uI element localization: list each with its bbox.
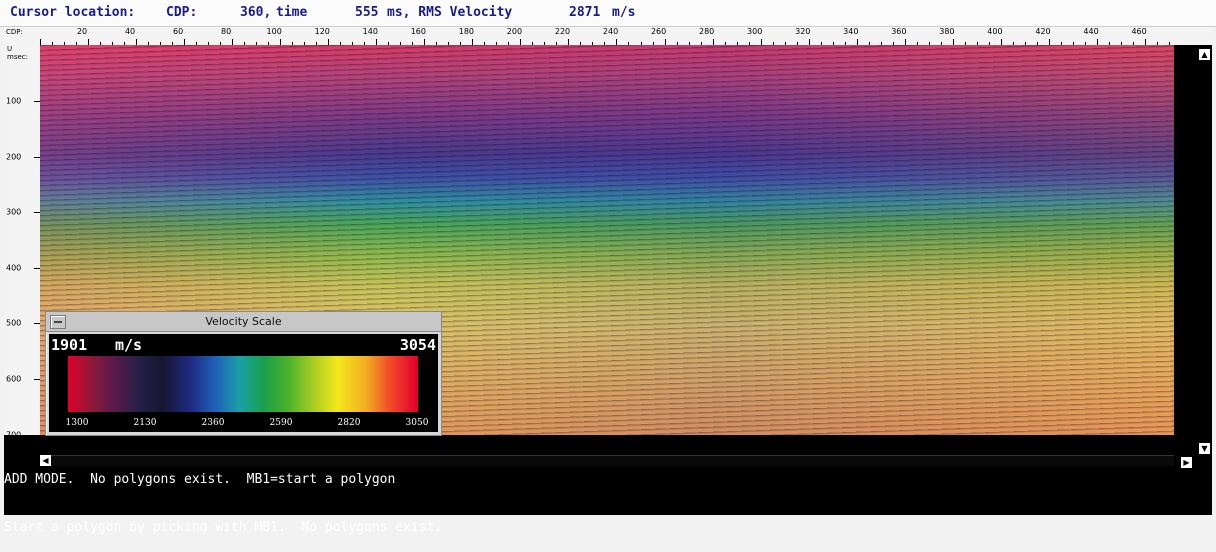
status-prefix: Cursor location: — [10, 5, 136, 20]
time-tick-label: 300 — [6, 207, 22, 217]
cdp-tick-label: 180 — [458, 27, 475, 36]
velocity-unit-label: m/s — [115, 336, 143, 354]
cdp-tick-label: 160 — [410, 27, 426, 36]
cdp-tick-label: 220 — [554, 27, 571, 36]
cdp-tick-label: 440 — [1083, 27, 1099, 36]
velocity-scale-window: Velocity Scale 1901 m/s 3054 1300 2130 236… — [45, 311, 442, 436]
cdp-tick-label: 320 — [795, 27, 811, 36]
cdp-tick-label: 20 — [76, 27, 88, 36]
velocity-max-label: 3054 — [399, 336, 436, 354]
cdp-tick-label: 120 — [314, 27, 330, 36]
time-tick-label: 100 — [6, 96, 22, 106]
velocity-scale-body: 1901 m/s 3054 1300 2130 2360 2590 2820 3050 — [49, 334, 438, 432]
cdp-tick-label: 460 — [1131, 27, 1147, 36]
message-line: ADD MODE. No polygons exist. MB1=start a… — [4, 472, 396, 487]
velocity-scale-tick-label: 2590 — [269, 418, 293, 428]
cdp-tick-label: 80 — [221, 27, 232, 36]
time-tick-label: 700 — [6, 430, 22, 440]
status-cdp-value: 360, — [240, 5, 272, 20]
cdp-axis-ruler: CDP: 20 40 60 80 100 120 140 160 180 200 220 240 260… — [4, 27, 1212, 45]
status-velocity-unit: m/s — [612, 5, 636, 20]
scroll-down-icon[interactable]: ▼ — [1199, 443, 1210, 454]
cdp-tick-label: 420 — [1035, 27, 1051, 36]
time-tick-label: 400 — [6, 263, 22, 273]
velocity-scale-title: Velocity Scale — [205, 315, 282, 328]
cdp-tick-label: 380 — [939, 27, 955, 36]
cursor-location-status-bar: Cursor location: CDP: 360, time 555 ms, … — [0, 0, 1216, 27]
cdp-tick-label: 280 — [699, 27, 715, 36]
cdp-tick-label: 340 — [843, 27, 859, 36]
cdp-axis-name: CDP: — [6, 28, 23, 36]
status-velocity-value: 2871 — [569, 5, 601, 20]
time-axis-name-line1: U — [7, 45, 13, 53]
cdp-tick-label: 400 — [987, 27, 1003, 36]
cdp-tick-label: 360 — [891, 27, 907, 36]
velocity-scale-tick-label: 2130 — [133, 418, 157, 428]
status-time-unit: ms, RMS Velocity — [387, 5, 513, 20]
cdp-tick-label: 40 — [124, 27, 136, 36]
cdp-tick-label: 240 — [602, 27, 619, 36]
time-tick-label: 200 — [6, 152, 22, 162]
cdp-tick-label: 300 — [747, 27, 763, 36]
velocity-scale-tick-label: 2820 — [337, 418, 361, 428]
cdp-tick-label: 60 — [173, 27, 184, 36]
status-cdp-label: CDP: — [166, 5, 198, 20]
cdp-tick-label: 100 — [266, 27, 282, 36]
velocity-scale-tick-label: 1300 — [65, 418, 89, 428]
scroll-up-icon[interactable]: ▲ — [1199, 49, 1210, 60]
velocity-scale-tick-label: 2360 — [201, 418, 225, 428]
velocity-min-label: 1901 — [51, 336, 88, 354]
time-axis-ruler: U msec: 100 200 300 400 500 600 700 — [4, 45, 40, 439]
vertical-scroll-column: ▲ ▼ — [1174, 45, 1212, 454]
velocity-scale-tick-label: 3050 — [405, 418, 429, 428]
message-area: ADD MODE. No polygons exist. MB1=start a… — [4, 440, 1154, 552]
velocity-color-bar — [68, 356, 418, 412]
status-time-value: 555 — [355, 5, 379, 20]
time-tick-label: 500 — [6, 318, 22, 328]
message-line: Start a polygon by picking with MB1. No … — [4, 520, 443, 535]
cdp-tick-label: 260 — [650, 27, 667, 36]
time-axis-name: U msec: — [7, 45, 28, 61]
cdp-tick-label: 140 — [362, 27, 378, 36]
velocity-scale-titlebar[interactable]: Velocity Scale — [46, 312, 441, 332]
time-tick-label: 600 — [6, 374, 22, 384]
time-axis-name-line2: msec: — [7, 53, 28, 61]
status-time-label: time — [276, 5, 308, 20]
cdp-tick-label: 200 — [506, 27, 523, 36]
scroll-right-icon[interactable]: ▶ — [1181, 457, 1192, 468]
